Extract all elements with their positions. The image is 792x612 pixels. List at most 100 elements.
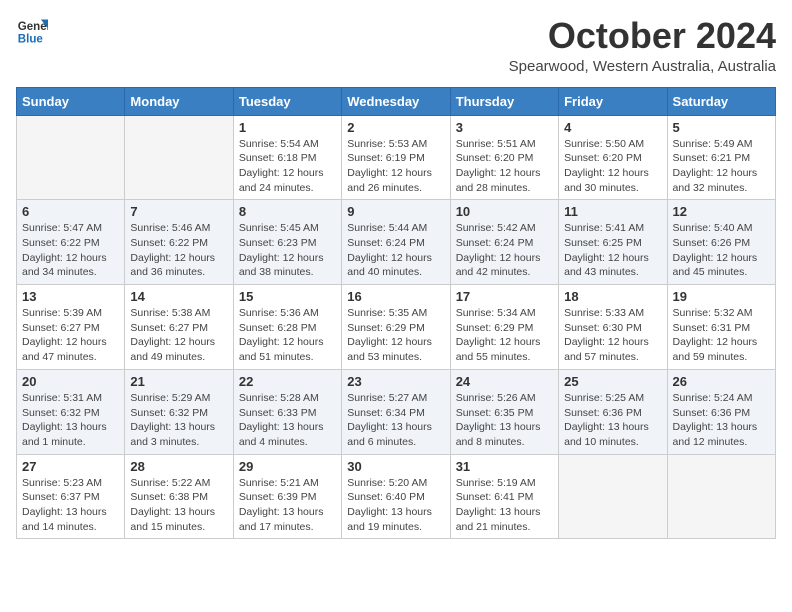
day-number: 2 <box>347 120 444 135</box>
day-number: 11 <box>564 204 661 219</box>
day-info: Sunrise: 5:44 AM Sunset: 6:24 PM Dayligh… <box>347 221 444 280</box>
calendar-cell: 8Sunrise: 5:45 AM Sunset: 6:23 PM Daylig… <box>233 200 341 285</box>
day-info: Sunrise: 5:33 AM Sunset: 6:30 PM Dayligh… <box>564 306 661 365</box>
calendar-cell: 26 Sunrise: 5:24 AM Sunset: 6:36 PM Dayli… <box>667 369 775 454</box>
calendar-cell <box>559 454 667 539</box>
day-number: 1 <box>239 120 336 135</box>
calendar-week-row: 1 Sunrise: 5:54 AM Sunset: 6:18 PM Daylig… <box>17 115 776 200</box>
day-info: Sunrise: 5:54 AM Sunset: 6:18 PM Dayligh… <box>239 137 336 196</box>
day-number: 25 <box>564 374 661 389</box>
day-number: 26 <box>673 374 770 389</box>
day-number: 18 <box>564 289 661 304</box>
day-info: Sunrise: 5:22 AM Sunset: 6:38 PM Dayligh… <box>130 476 227 535</box>
day-info: Sunrise: 5:31 AM Sunset: 6:32 PM Dayligh… <box>22 391 119 450</box>
col-header-friday: Friday <box>559 87 667 115</box>
location-subtitle: Spearwood, Western Australia, Australia <box>509 58 776 75</box>
day-number: 17 <box>456 289 553 304</box>
day-number: 10 <box>456 204 553 219</box>
calendar-cell: 27Sunrise: 5:23 AM Sunset: 6:37 PM Dayli… <box>17 454 125 539</box>
calendar-header-row: SundayMondayTuesdayWednesdayThursdayFrid… <box>17 87 776 115</box>
calendar-cell: 15Sunrise: 5:36 AM Sunset: 6:28 PM Dayli… <box>233 285 341 370</box>
col-header-tuesday: Tuesday <box>233 87 341 115</box>
calendar-cell: 23 Sunrise: 5:27 AM Sunset: 6:34 PM Dayli… <box>342 369 450 454</box>
day-number: 31 <box>456 459 553 474</box>
day-info: Sunrise: 5:38 AM Sunset: 6:27 PM Dayligh… <box>130 306 227 365</box>
calendar-cell: 18 Sunrise: 5:33 AM Sunset: 6:30 PM Dayli… <box>559 285 667 370</box>
calendar-cell: 13Sunrise: 5:39 AM Sunset: 6:27 PM Dayli… <box>17 285 125 370</box>
day-number: 3 <box>456 120 553 135</box>
day-info: Sunrise: 5:19 AM Sunset: 6:41 PM Dayligh… <box>456 476 553 535</box>
day-number: 24 <box>456 374 553 389</box>
calendar-cell: 6 Sunrise: 5:47 AM Sunset: 6:22 PM Daylig… <box>17 200 125 285</box>
day-info: Sunrise: 5:34 AM Sunset: 6:29 PM Dayligh… <box>456 306 553 365</box>
day-info: Sunrise: 5:51 AM Sunset: 6:20 PM Dayligh… <box>456 137 553 196</box>
calendar-table: SundayMondayTuesdayWednesdayThursdayFrid… <box>16 87 776 540</box>
col-header-thursday: Thursday <box>450 87 558 115</box>
day-info: Sunrise: 5:29 AM Sunset: 6:32 PM Dayligh… <box>130 391 227 450</box>
day-number: 22 <box>239 374 336 389</box>
calendar-cell: 3 Sunrise: 5:51 AM Sunset: 6:20 PM Daylig… <box>450 115 558 200</box>
svg-text:Blue: Blue <box>18 34 44 46</box>
day-number: 9 <box>347 204 444 219</box>
day-number: 23 <box>347 374 444 389</box>
calendar-cell: 24 Sunrise: 5:26 AM Sunset: 6:35 PM Dayli… <box>450 369 558 454</box>
calendar-cell: 31 Sunrise: 5:19 AM Sunset: 6:41 PM Dayli… <box>450 454 558 539</box>
calendar-week-row: 20 Sunrise: 5:31 AM Sunset: 6:32 PM Dayli… <box>17 369 776 454</box>
calendar-cell: 17 Sunrise: 5:34 AM Sunset: 6:29 PM Dayli… <box>450 285 558 370</box>
day-info: Sunrise: 5:40 AM Sunset: 6:26 PM Dayligh… <box>673 221 770 280</box>
day-info: Sunrise: 5:20 AM Sunset: 6:40 PM Dayligh… <box>347 476 444 535</box>
month-title: October 2024 <box>509 16 776 56</box>
day-info: Sunrise: 5:49 AM Sunset: 6:21 PM Dayligh… <box>673 137 770 196</box>
calendar-cell: 5Sunrise: 5:49 AM Sunset: 6:21 PM Daylig… <box>667 115 775 200</box>
calendar-cell: 22 Sunrise: 5:28 AM Sunset: 6:33 PM Dayli… <box>233 369 341 454</box>
day-info: Sunrise: 5:23 AM Sunset: 6:37 PM Dayligh… <box>22 476 119 535</box>
logo: General Blue <box>16 16 48 48</box>
day-number: 13 <box>22 289 119 304</box>
day-info: Sunrise: 5:50 AM Sunset: 6:20 PM Dayligh… <box>564 137 661 196</box>
day-info: Sunrise: 5:26 AM Sunset: 6:35 PM Dayligh… <box>456 391 553 450</box>
day-number: 16 <box>347 289 444 304</box>
day-info: Sunrise: 5:35 AM Sunset: 6:29 PM Dayligh… <box>347 306 444 365</box>
day-info: Sunrise: 5:47 AM Sunset: 6:22 PM Dayligh… <box>22 221 119 280</box>
day-info: Sunrise: 5:46 AM Sunset: 6:22 PM Dayligh… <box>130 221 227 280</box>
calendar-cell: 11 Sunrise: 5:41 AM Sunset: 6:25 PM Dayli… <box>559 200 667 285</box>
calendar-cell: 12Sunrise: 5:40 AM Sunset: 6:26 PM Dayli… <box>667 200 775 285</box>
day-info: Sunrise: 5:53 AM Sunset: 6:19 PM Dayligh… <box>347 137 444 196</box>
day-info: Sunrise: 5:24 AM Sunset: 6:36 PM Dayligh… <box>673 391 770 450</box>
calendar-cell: 20 Sunrise: 5:31 AM Sunset: 6:32 PM Dayli… <box>17 369 125 454</box>
title-area: October 2024 Spearwood, Western Australi… <box>509 16 776 75</box>
calendar-cell: 16 Sunrise: 5:35 AM Sunset: 6:29 PM Dayli… <box>342 285 450 370</box>
calendar-cell <box>125 115 233 200</box>
calendar-cell: 28 Sunrise: 5:22 AM Sunset: 6:38 PM Dayli… <box>125 454 233 539</box>
day-info: Sunrise: 5:42 AM Sunset: 6:24 PM Dayligh… <box>456 221 553 280</box>
calendar-week-row: 27Sunrise: 5:23 AM Sunset: 6:37 PM Dayli… <box>17 454 776 539</box>
col-header-saturday: Saturday <box>667 87 775 115</box>
calendar-cell: 1 Sunrise: 5:54 AM Sunset: 6:18 PM Daylig… <box>233 115 341 200</box>
day-number: 6 <box>22 204 119 219</box>
calendar-cell: 19 Sunrise: 5:32 AM Sunset: 6:31 PM Dayli… <box>667 285 775 370</box>
calendar-cell: 2 Sunrise: 5:53 AM Sunset: 6:19 PM Daylig… <box>342 115 450 200</box>
day-number: 14 <box>130 289 227 304</box>
col-header-wednesday: Wednesday <box>342 87 450 115</box>
calendar-cell: 30Sunrise: 5:20 AM Sunset: 6:40 PM Dayli… <box>342 454 450 539</box>
calendar-cell <box>667 454 775 539</box>
day-info: Sunrise: 5:27 AM Sunset: 6:34 PM Dayligh… <box>347 391 444 450</box>
day-info: Sunrise: 5:21 AM Sunset: 6:39 PM Dayligh… <box>239 476 336 535</box>
day-number: 20 <box>22 374 119 389</box>
day-number: 28 <box>130 459 227 474</box>
day-number: 15 <box>239 289 336 304</box>
day-number: 8 <box>239 204 336 219</box>
day-number: 7 <box>130 204 227 219</box>
calendar-cell: 10 Sunrise: 5:42 AM Sunset: 6:24 PM Dayli… <box>450 200 558 285</box>
calendar-cell: 4Sunrise: 5:50 AM Sunset: 6:20 PM Daylig… <box>559 115 667 200</box>
day-info: Sunrise: 5:28 AM Sunset: 6:33 PM Dayligh… <box>239 391 336 450</box>
logo-icon: General Blue <box>16 16 48 48</box>
calendar-cell: 21Sunrise: 5:29 AM Sunset: 6:32 PM Dayli… <box>125 369 233 454</box>
col-header-monday: Monday <box>125 87 233 115</box>
calendar-week-row: 13Sunrise: 5:39 AM Sunset: 6:27 PM Dayli… <box>17 285 776 370</box>
day-info: Sunrise: 5:32 AM Sunset: 6:31 PM Dayligh… <box>673 306 770 365</box>
day-number: 19 <box>673 289 770 304</box>
day-info: Sunrise: 5:41 AM Sunset: 6:25 PM Dayligh… <box>564 221 661 280</box>
calendar-cell: 25Sunrise: 5:25 AM Sunset: 6:36 PM Dayli… <box>559 369 667 454</box>
calendar-cell: 7 Sunrise: 5:46 AM Sunset: 6:22 PM Daylig… <box>125 200 233 285</box>
